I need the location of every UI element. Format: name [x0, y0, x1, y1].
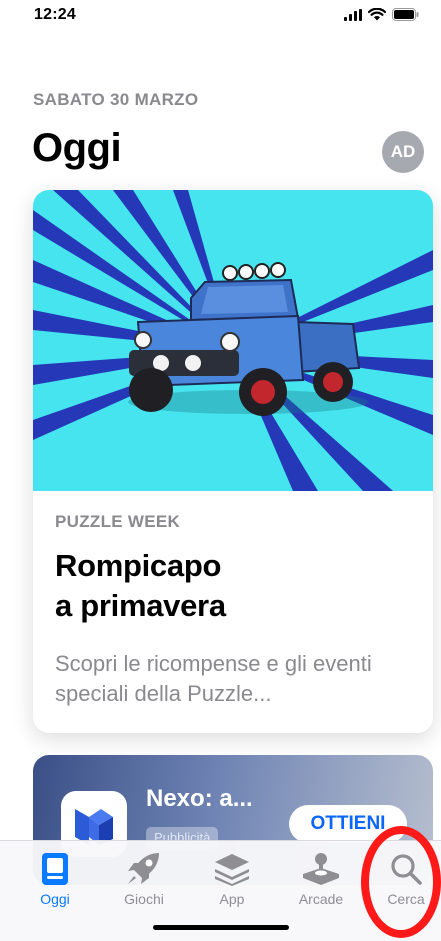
joystick-icon [277, 851, 365, 887]
wifi-icon [368, 8, 386, 21]
tab-app-label: App [219, 891, 245, 907]
page-title: Oggi [32, 126, 122, 170]
stack-icon [188, 851, 276, 887]
featured-story-image [33, 190, 433, 491]
app-name: Nexo: a... [146, 785, 253, 812]
search-icon [362, 851, 441, 887]
status-bar: 12:24 [0, 0, 441, 32]
tab-oggi-label: Oggi [40, 891, 70, 907]
story-title-line-1: Rompicapo [55, 548, 222, 583]
rocket-icon [100, 851, 188, 887]
tab-oggi[interactable]: Oggi [11, 851, 99, 907]
tab-cerca[interactable]: Cerca [362, 851, 441, 907]
status-time: 12:24 [34, 6, 76, 23]
get-button[interactable]: OTTIENI [289, 805, 407, 843]
cellular-signal-icon [344, 8, 362, 21]
story-subtitle: Scopri le ricompense e gli eventi specia… [55, 651, 372, 706]
battery-icon [392, 8, 419, 21]
story-eyebrow: PUZZLE WEEK [55, 512, 181, 531]
featured-story-card[interactable]: PUZZLE WEEK Rompicapo a primavera Scopri… [33, 190, 433, 733]
tab-app[interactable]: App [188, 851, 276, 907]
truck-illustration [33, 190, 433, 491]
tab-arcade-label: Arcade [298, 891, 344, 907]
tab-giochi[interactable]: Giochi [100, 851, 188, 907]
story-title-line-2: a primavera [55, 588, 226, 623]
status-icons [344, 8, 419, 21]
home-indicator [153, 925, 289, 930]
date-label: SABATO 30 MARZO [33, 90, 199, 109]
tab-giochi-label: Giochi [124, 891, 164, 907]
tab-cerca-label: Cerca [387, 891, 425, 907]
tab-arcade[interactable]: Arcade [277, 851, 365, 907]
account-avatar-button[interactable]: AD [382, 131, 424, 173]
today-icon [11, 851, 99, 887]
story-title: Rompicapo a primavera [55, 546, 415, 626]
